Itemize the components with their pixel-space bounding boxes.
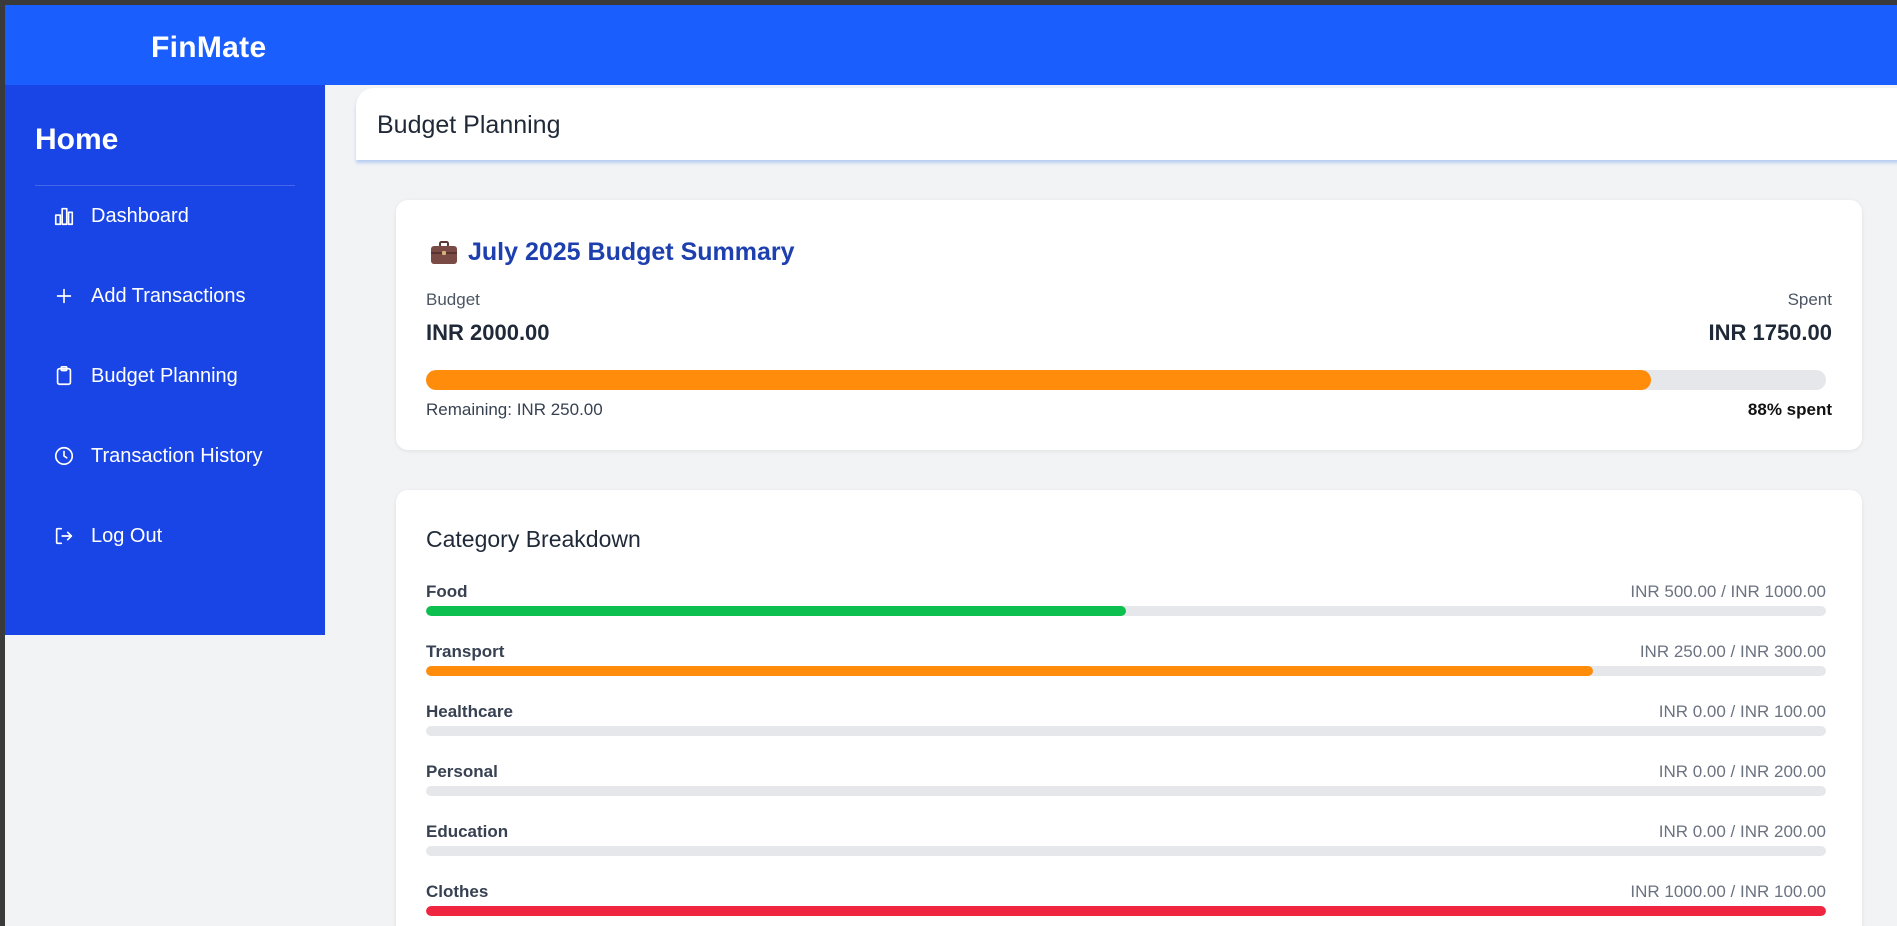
category-name: Education — [426, 822, 509, 841]
category-breakdown-card: Category Breakdown Food INR 500.00 / INR… — [396, 490, 1862, 926]
category-progress-fill — [426, 666, 1593, 676]
category-name: Clothes — [426, 882, 489, 901]
sidebar-item-add-transactions[interactable]: Add Transactions — [35, 271, 305, 321]
spent-percent: 88% spent — [1747, 400, 1832, 419]
spent-value: INR 1750.00 — [1708, 320, 1832, 345]
category-row-clothes: Clothes INR 1000.00 / INR 100.00 — [426, 882, 1826, 926]
sidebar-title[interactable]: Home — [35, 123, 118, 157]
category-progress-fill — [426, 606, 1126, 616]
app-window: FinMate Home Dashboard Add Transactions … — [5, 5, 1897, 926]
budget-progress-bar — [426, 370, 1826, 390]
category-row-healthcare: Healthcare INR 0.00 / INR 100.00 — [426, 702, 1826, 746]
bar-chart-icon — [51, 203, 77, 229]
category-row-education: Education INR 0.00 / INR 200.00 — [426, 822, 1826, 866]
category-progress-bar — [426, 786, 1826, 796]
category-amount: INR 0.00 / INR 100.00 — [1658, 702, 1826, 721]
sidebar-item-log-out[interactable]: Log Out — [35, 511, 305, 561]
sidebar-divider — [35, 185, 295, 186]
category-progress-bar — [426, 906, 1826, 916]
top-bar: FinMate — [5, 5, 1897, 85]
sidebar: Home Dashboard Add Transactions Budget P… — [5, 85, 325, 635]
category-amount: INR 1000.00 / INR 100.00 — [1630, 882, 1826, 901]
category-name: Transport — [426, 642, 505, 661]
page-title: Budget Planning — [377, 111, 561, 139]
budget-progress-fill — [426, 370, 1651, 390]
remaining-text: Remaining: INR 250.00 — [426, 400, 603, 419]
category-amount: INR 0.00 / INR 200.00 — [1658, 822, 1826, 841]
category-amount: INR 250.00 / INR 300.00 — [1639, 642, 1826, 661]
category-row-personal: Personal INR 0.00 / INR 200.00 — [426, 762, 1826, 806]
sidebar-item-label: Budget Planning — [91, 364, 238, 387]
category-amount: INR 500.00 / INR 1000.00 — [1630, 582, 1826, 601]
category-row-food: Food INR 500.00 / INR 1000.00 — [426, 582, 1826, 626]
category-progress-bar — [426, 606, 1826, 616]
category-progress-bar — [426, 666, 1826, 676]
page-header: Budget Planning — [356, 88, 1897, 160]
category-name: Personal — [426, 762, 498, 781]
sidebar-item-budget-planning[interactable]: Budget Planning — [35, 351, 305, 401]
summary-title: July 2025 Budget Summary — [430, 238, 795, 267]
spent-label: Spent — [1787, 290, 1832, 309]
brand-logo[interactable]: FinMate — [151, 31, 266, 65]
sidebar-item-dashboard[interactable]: Dashboard — [35, 191, 305, 241]
budget-value: INR 2000.00 — [426, 320, 550, 345]
category-amount: INR 0.00 / INR 200.00 — [1658, 762, 1826, 781]
category-name: Food — [426, 582, 468, 601]
sidebar-item-transaction-history[interactable]: Transaction History — [35, 431, 305, 481]
category-progress-fill — [426, 906, 1826, 916]
clipboard-icon — [51, 363, 77, 389]
logout-icon — [51, 523, 77, 549]
summary-title-text: July 2025 Budget Summary — [468, 238, 795, 266]
category-progress-bar — [426, 846, 1826, 856]
budget-summary-card: July 2025 Budget Summary Budget INR 2000… — [396, 200, 1862, 450]
sidebar-item-label: Log Out — [91, 524, 163, 547]
budget-label: Budget — [426, 290, 480, 309]
category-row-transport: Transport INR 250.00 / INR 300.00 — [426, 642, 1826, 686]
category-progress-bar — [426, 726, 1826, 736]
plus-icon — [51, 283, 77, 309]
sidebar-item-label: Add Transactions — [91, 284, 246, 307]
clock-icon — [51, 443, 77, 469]
sidebar-item-label: Dashboard — [91, 204, 189, 227]
breakdown-title: Category Breakdown — [426, 526, 641, 552]
category-name: Healthcare — [426, 702, 513, 721]
sidebar-item-label: Transaction History — [91, 444, 263, 467]
briefcase-icon — [431, 240, 457, 264]
